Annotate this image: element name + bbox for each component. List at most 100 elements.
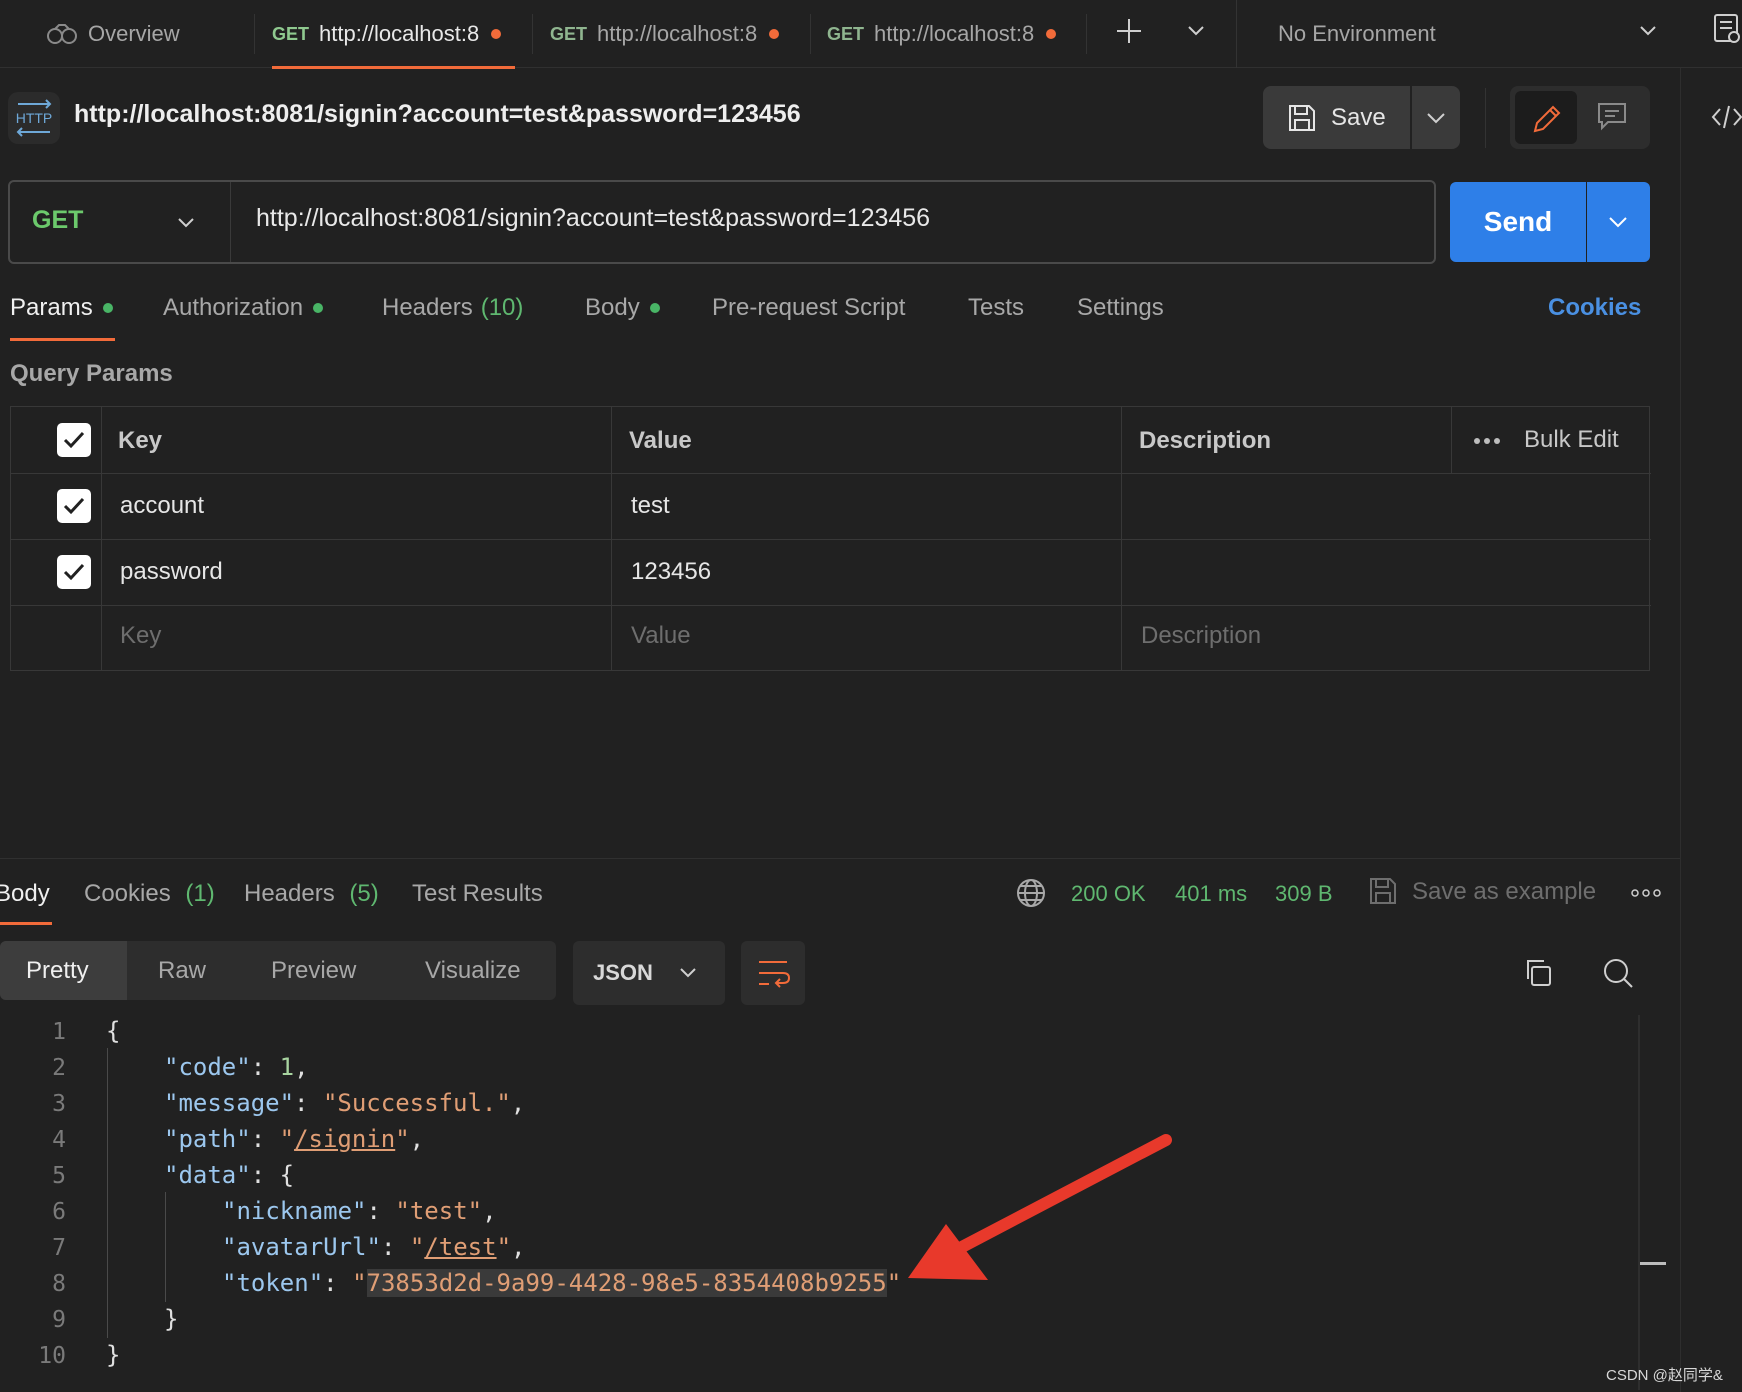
- row-checkbox[interactable]: [57, 555, 91, 589]
- wrap-lines-button[interactable]: [741, 941, 805, 1005]
- environment-chevron-down-icon[interactable]: [1636, 18, 1660, 42]
- search-icon[interactable]: [1602, 957, 1634, 989]
- response-size[interactable]: 309 B: [1275, 881, 1333, 907]
- row-divider: [11, 473, 1651, 474]
- send-options-button[interactable]: [1587, 182, 1650, 262]
- response-time[interactable]: 401 ms: [1175, 881, 1247, 907]
- response-divider[interactable]: [0, 858, 1680, 859]
- chevron-down-icon: [1427, 113, 1445, 124]
- send-button[interactable]: Send: [1450, 182, 1586, 262]
- response-tab-headers[interactable]: Headers (5): [244, 880, 379, 908]
- comments-icon[interactable]: [1596, 100, 1628, 132]
- code-line: "avatarUrl": "/test",: [222, 1233, 526, 1261]
- json-key: "message": [164, 1089, 295, 1117]
- column-divider: [1121, 407, 1122, 671]
- code-line: {: [106, 1017, 120, 1045]
- column-header-key: Key: [118, 427, 163, 454]
- column-divider: [611, 407, 612, 671]
- param-key[interactable]: account: [120, 492, 204, 520]
- query-params-title: Query Params: [10, 360, 173, 387]
- tab-pre-request-script[interactable]: Pre-request Script: [712, 294, 905, 322]
- copy-icon[interactable]: [1522, 957, 1554, 989]
- more-options-icon[interactable]: [1473, 437, 1501, 445]
- tab-authorization-label: Authorization: [163, 294, 304, 321]
- request-title[interactable]: http://localhost:8081/signin?account=tes…: [74, 100, 801, 129]
- watermark: CSDN @赵同学&: [1606, 1367, 1723, 1384]
- edit-mode-button[interactable]: [1515, 91, 1577, 144]
- save-as-example-button[interactable]: Save as example: [1412, 878, 1596, 906]
- tab-settings-label: Settings: [1077, 294, 1164, 321]
- status-code[interactable]: 200 OK: [1071, 881, 1146, 907]
- environment-selector[interactable]: No Environment: [1278, 0, 1436, 68]
- divider: [810, 14, 811, 54]
- preview-view-button[interactable]: Preview: [271, 957, 356, 985]
- tab-overview[interactable]: Overview: [46, 0, 180, 68]
- divider: [1086, 14, 1087, 54]
- bulk-edit-button[interactable]: Bulk Edit: [1524, 426, 1619, 454]
- response-headers-count: (5): [349, 880, 379, 907]
- response-tab-cookies[interactable]: Cookies (1): [84, 880, 215, 908]
- tab-headers[interactable]: Headers (10): [382, 294, 523, 322]
- editor-scrollbar[interactable]: [1638, 1015, 1640, 1390]
- param-value[interactable]: test: [631, 492, 670, 520]
- new-value-input[interactable]: Value: [631, 622, 691, 650]
- tab-body[interactable]: Body: [585, 294, 660, 322]
- response-more-icon[interactable]: [1631, 889, 1661, 897]
- globe-icon[interactable]: [1015, 877, 1047, 909]
- code-line: "code": 1,: [164, 1053, 309, 1081]
- pencil-icon: [1533, 105, 1561, 133]
- json-key: "avatarUrl": [222, 1233, 381, 1261]
- param-key[interactable]: password: [120, 558, 223, 586]
- new-key-input[interactable]: Key: [120, 622, 161, 650]
- json-key: "data": [164, 1161, 251, 1189]
- cookies-link[interactable]: Cookies: [1548, 294, 1641, 322]
- save-label: Save: [1331, 103, 1386, 131]
- tab-label: http://localhost:8: [597, 21, 758, 46]
- url-input[interactable]: [256, 204, 1406, 233]
- visualize-view-button[interactable]: Visualize: [425, 957, 521, 985]
- tab-tests[interactable]: Tests: [968, 294, 1024, 322]
- new-tab-plus-icon[interactable]: [1114, 16, 1144, 46]
- tab-params-label: Params: [10, 294, 93, 321]
- active-tab-indicator: [272, 66, 515, 69]
- save-button[interactable]: Save: [1263, 86, 1410, 149]
- response-tab-test-results[interactable]: Test Results: [412, 880, 543, 908]
- response-tab-body[interactable]: Body: [0, 880, 50, 908]
- scrollbar-thumb[interactable]: [1640, 1262, 1666, 1265]
- method-selector[interactable]: GET: [32, 206, 83, 235]
- save-options-button[interactable]: [1412, 86, 1460, 149]
- tab-settings[interactable]: Settings: [1077, 294, 1164, 322]
- divider: [532, 14, 533, 54]
- tab-method: GET: [550, 23, 588, 44]
- environment-quick-look-icon[interactable]: [1712, 12, 1742, 46]
- json-link[interactable]: /test: [424, 1233, 496, 1261]
- code-snippet-icon[interactable]: [1711, 102, 1742, 132]
- check-icon: [63, 431, 85, 449]
- line-number: 4: [52, 1127, 66, 1153]
- active-tab-indicator: [10, 338, 115, 341]
- divider: [254, 14, 255, 54]
- select-all-checkbox[interactable]: [57, 423, 91, 457]
- divider: [1236, 0, 1237, 68]
- raw-view-button[interactable]: Raw: [158, 957, 206, 985]
- param-value[interactable]: 123456: [631, 558, 711, 586]
- tab-params[interactable]: Params: [10, 294, 113, 322]
- code-line: "nickname": "test",: [222, 1197, 497, 1225]
- pretty-label: Pretty: [26, 957, 89, 984]
- tab-request-1[interactable]: GET http://localhost:8: [272, 0, 502, 68]
- code-line: "token": "73853d2d-9a99-4428-98e5-835440…: [222, 1269, 902, 1297]
- new-description-input[interactable]: Description: [1141, 622, 1261, 650]
- json-link[interactable]: /signin: [294, 1125, 395, 1153]
- row-checkbox[interactable]: [57, 489, 91, 523]
- tab-authorization[interactable]: Authorization: [163, 294, 324, 322]
- unsaved-dot: [491, 29, 502, 39]
- tab-request-3[interactable]: GET http://localhost:8: [827, 0, 1057, 68]
- wrap-lines-icon: [759, 961, 791, 988]
- annotation-arrow: [908, 1134, 1172, 1280]
- http-badge-text: HTTP: [16, 110, 53, 126]
- tab-request-2[interactable]: GET http://localhost:8: [550, 0, 780, 68]
- method-chevron-down-icon[interactable]: [174, 210, 198, 234]
- right-side-panel: [1680, 68, 1742, 1392]
- tabs-chevron-down-icon[interactable]: [1184, 18, 1208, 42]
- code-line: "path": "/signin",: [164, 1125, 425, 1153]
